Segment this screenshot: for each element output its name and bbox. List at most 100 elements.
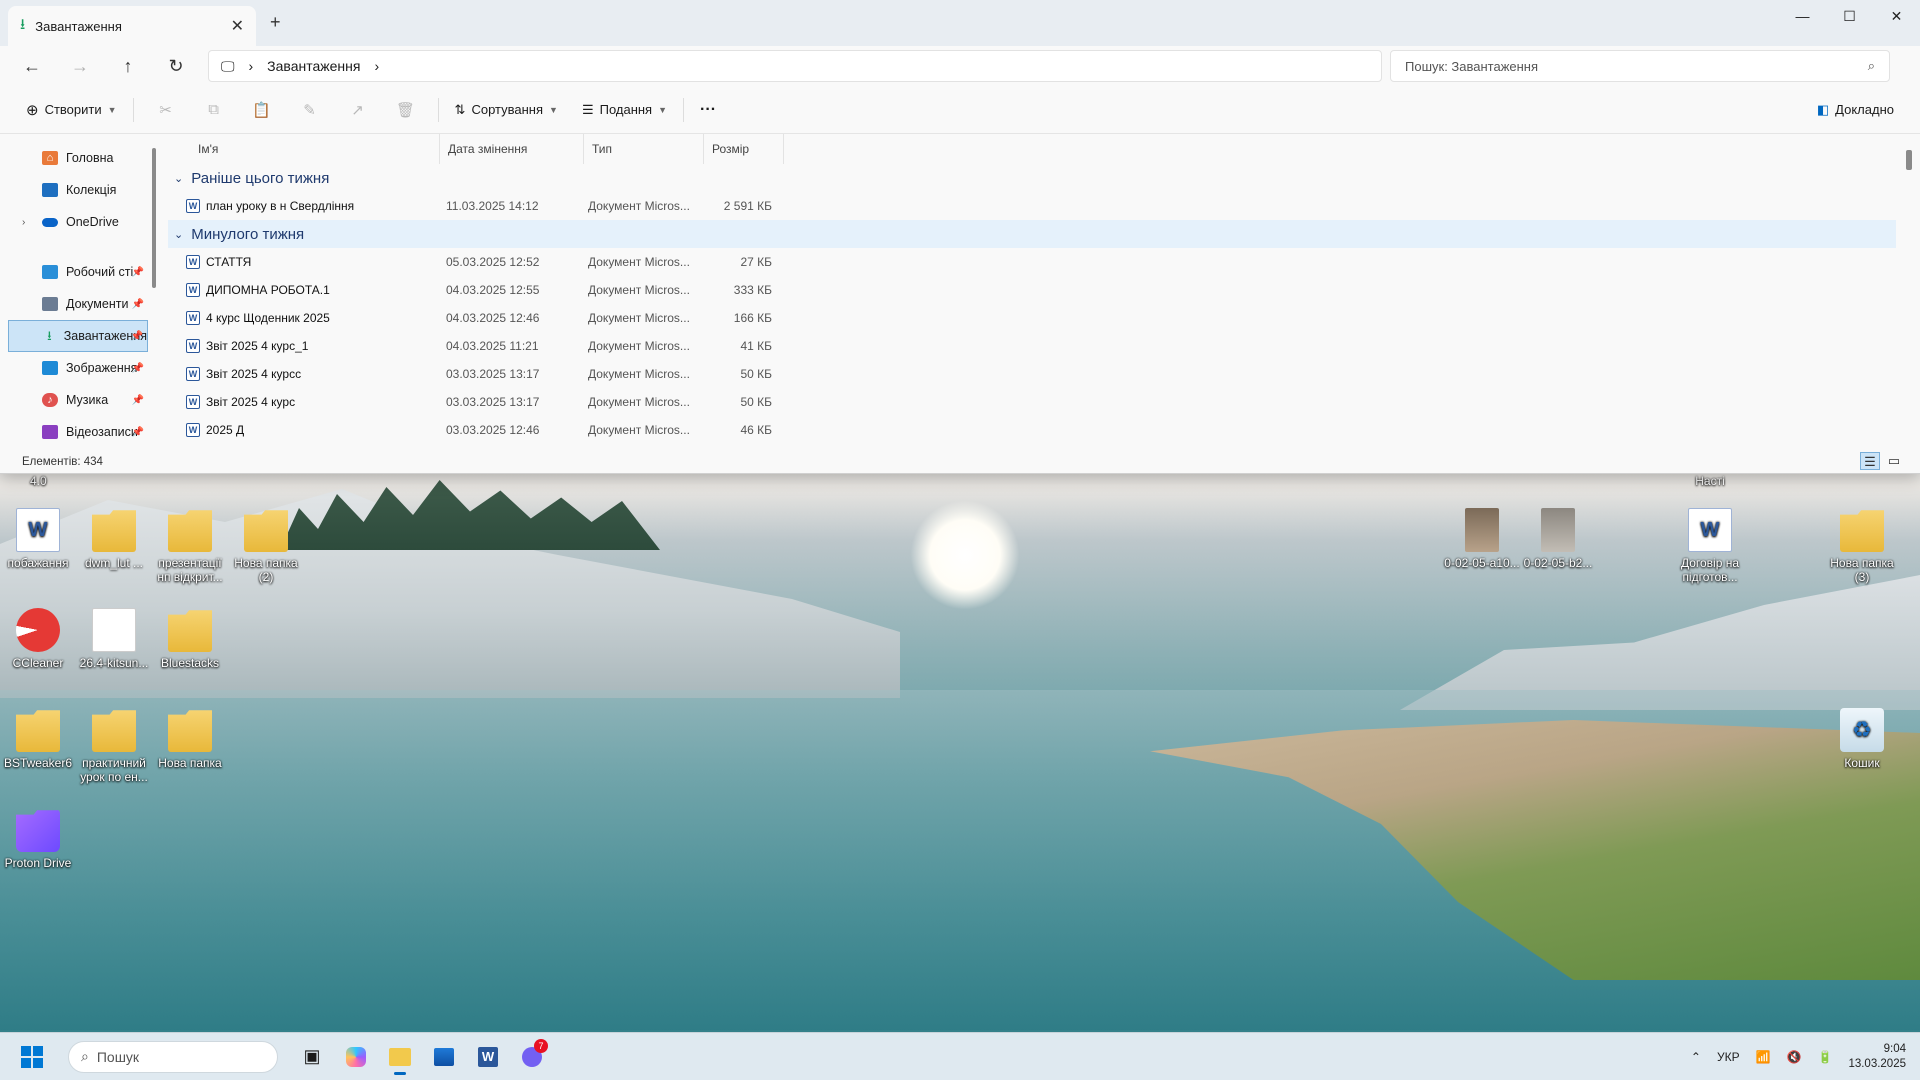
sidebar-item-documents[interactable]: Документи 📌 xyxy=(8,288,148,320)
tiles-view-icon[interactable]: ▭ xyxy=(1884,452,1904,470)
view-button[interactable]: ☰ Подання ▼ xyxy=(574,93,675,127)
desktop-icon-proton-drive[interactable]: Proton Drive xyxy=(0,808,76,870)
column-header-date[interactable]: Дата змінення xyxy=(440,134,584,164)
desktop-icon-nova-papka[interactable]: Нова папка xyxy=(152,708,228,770)
group-header-earlier-this-week[interactable]: ⌄ Раніше цього тижня xyxy=(168,164,1896,192)
maximize-button[interactable]: ☐ xyxy=(1826,0,1873,32)
word-doc-icon: W xyxy=(186,423,200,437)
sidebar-item-onedrive[interactable]: › OneDrive xyxy=(8,206,148,238)
taskbar-search-label: Пошук xyxy=(96,1048,140,1065)
chevron-right-icon[interactable]: › xyxy=(249,58,254,74)
file-date: 03.03.2025 12:46 xyxy=(446,423,540,437)
file-name: СТАТТЯ xyxy=(206,255,252,269)
column-header-name[interactable]: Ім'я xyxy=(168,134,440,164)
language-indicator[interactable]: УКР xyxy=(1717,1050,1740,1064)
table-row[interactable]: W Звіт 2025 4 курс 03.03.2025 13:17 Докум… xyxy=(168,388,1896,416)
sidebar-item-gallery[interactable]: Колекція xyxy=(8,174,148,206)
details-pane-button[interactable]: ◧ Докладно xyxy=(1809,93,1902,127)
desktop-icon-nova-papka-3[interactable]: Нова папка (3) xyxy=(1824,508,1900,584)
volume-muted-icon[interactable]: 🔇 xyxy=(1787,1050,1802,1064)
wifi-icon[interactable]: 📶 xyxy=(1756,1050,1771,1064)
table-row[interactable]: Wплан уроку в н Свердління 11.03.2025 14… xyxy=(168,192,1896,220)
refresh-button[interactable]: ↻ xyxy=(152,48,200,84)
copilot-icon[interactable] xyxy=(336,1037,376,1077)
up-button[interactable]: ↑ xyxy=(104,48,152,84)
desktop-icon-pobazhannia[interactable]: W побажання xyxy=(0,508,76,570)
create-button[interactable]: ⊕ Створити ▼ xyxy=(18,93,125,127)
sort-icon: ⇅ xyxy=(454,101,466,117)
breadcrumb[interactable]: Завантаження xyxy=(267,58,360,74)
file-date: 03.03.2025 13:17 xyxy=(446,395,540,409)
desktop-icon-dohovir[interactable]: W Договір на підготов... xyxy=(1672,508,1748,584)
table-row[interactable]: W СТАТТЯ 05.03.2025 12:52 Документ Micros… xyxy=(168,248,1896,276)
file-name: Звіт 2025 4 курс xyxy=(206,395,296,409)
desktop-icon-dwm-lut[interactable]: dwm_lut ... xyxy=(76,508,152,570)
cut-icon[interactable]: ✂ xyxy=(142,101,190,119)
more-button[interactable]: ··· xyxy=(692,93,724,127)
taskbar: ⌕ Пошук ▣ W 7 ⌃ УКР 📶 🔇 🔋 9:04 13.03.202… xyxy=(0,1032,1920,1080)
sidebar-item-downloads[interactable]: ⭳ Завантаження 📌 xyxy=(8,320,148,352)
sidebar-item-desktop[interactable]: Робочий сті 📌 xyxy=(8,256,148,288)
file-explorer-taskbar-icon[interactable] xyxy=(380,1037,420,1077)
close-window-button[interactable]: ✕ xyxy=(1873,0,1920,32)
details-view-icon[interactable]: ☰ xyxy=(1860,452,1880,470)
desktop-icon-ccleaner[interactable]: CCleaner xyxy=(0,608,76,670)
close-tab-icon[interactable]: ✕ xyxy=(231,16,244,36)
desktop-icon-presentatsii[interactable]: презентації нп відкрит... xyxy=(152,508,228,584)
microsoft-store-icon[interactable] xyxy=(424,1037,464,1077)
group-header-last-week[interactable]: ⌄ Минулого тижня xyxy=(168,220,1896,248)
sidebar-item-pictures[interactable]: Зображення 📌 xyxy=(8,352,148,384)
table-row[interactable]: W 4 курс Щоденник 2025 04.03.2025 12:46 Д… xyxy=(168,304,1896,332)
desktop-icon-label: 0-02-05-a10... xyxy=(1444,556,1520,570)
nav-scrollbar[interactable] xyxy=(150,138,158,448)
desktop-icon-bstweaker[interactable]: BSTweaker6 xyxy=(0,708,76,770)
desktop-icon-image-1[interactable]: 0-02-05-a10... xyxy=(1444,508,1520,570)
paste-icon[interactable]: 📋 xyxy=(238,101,286,119)
task-view-icon[interactable]: ▣ xyxy=(292,1037,332,1077)
share-icon[interactable]: ↗ xyxy=(334,101,382,119)
chevron-right-icon[interactable]: › xyxy=(374,58,379,74)
desktop-icon-bluestacks[interactable]: Bluestacks xyxy=(152,608,228,670)
chevron-right-icon[interactable]: › xyxy=(22,217,25,228)
taskbar-search[interactable]: ⌕ Пошук xyxy=(68,1040,278,1073)
battery-icon[interactable]: 🔋 xyxy=(1817,1050,1832,1064)
file-size: 2 591 КБ xyxy=(723,199,772,213)
table-row[interactable]: W Звіт 2025 4 курсс 03.03.2025 13:17 Доку… xyxy=(168,360,1896,388)
new-tab-button[interactable]: + xyxy=(270,12,281,33)
desktop-icon-image-2[interactable]: 0-02-05-b2... xyxy=(1520,508,1596,570)
desktop-icon-label: презентації нп відкрит... xyxy=(157,556,223,584)
desktop-icon-praktychnyi-urok[interactable]: практичний урок по ен... xyxy=(76,708,152,784)
desktop-icon-recycle-bin[interactable]: ♻ Кошик xyxy=(1824,708,1900,770)
file-explorer-window: ⭳ Завантаження ✕ + — ☐ ✕ ← → ↑ ↻ 🖵 › Зав… xyxy=(0,0,1920,474)
divider xyxy=(437,97,439,122)
desktop-icon-label: BSTweaker6 xyxy=(3,756,73,770)
column-header-type[interactable]: Тип xyxy=(584,134,704,164)
sidebar-item-home[interactable]: ⌂ Головна xyxy=(8,142,148,174)
viber-icon[interactable]: 7 xyxy=(512,1037,552,1077)
scrollbar-thumb[interactable] xyxy=(152,148,156,288)
start-button[interactable] xyxy=(12,1037,52,1077)
copy-icon[interactable]: ⧉ xyxy=(190,101,238,118)
sort-button[interactable]: ⇅ Сортування ▼ xyxy=(447,93,566,127)
desktop-icon-kitsun[interactable]: 26.4-kitsun... xyxy=(76,608,152,670)
rename-icon[interactable]: ✎ xyxy=(286,101,334,119)
file-list-scrollbar[interactable] xyxy=(1906,150,1912,170)
word-taskbar-icon[interactable]: W xyxy=(468,1037,508,1077)
table-row[interactable]: W Звіт 2025 4 курс_1 04.03.2025 11:21 Док… xyxy=(168,332,1896,360)
sidebar-item-music[interactable]: ♪ Музика 📌 xyxy=(8,384,148,416)
tab-downloads[interactable]: ⭳ Завантаження ✕ xyxy=(8,6,256,46)
table-row[interactable]: W ДИПОМНА РОБОТА.1 04.03.2025 12:55 Докум… xyxy=(168,276,1896,304)
table-row[interactable]: W 2025 Д 03.03.2025 12:46 Документ Micros… xyxy=(168,416,1896,444)
sidebar-item-videos[interactable]: Відеозаписи 📌 xyxy=(8,416,148,448)
back-button[interactable]: ← xyxy=(8,48,56,84)
minimize-button[interactable]: — xyxy=(1779,0,1826,32)
address-bar[interactable]: 🖵 › Завантаження › xyxy=(208,50,1382,82)
delete-icon[interactable]: 🗑 xyxy=(382,101,430,119)
window-controls: — ☐ ✕ xyxy=(1779,0,1920,32)
column-header-size[interactable]: Розмір xyxy=(704,134,784,164)
clock[interactable]: 9:04 13.03.2025 xyxy=(1848,1042,1906,1072)
desktop-icon-nova-papka-2[interactable]: Нова папка (2) xyxy=(228,508,304,584)
forward-button[interactable]: → xyxy=(56,48,104,84)
search-input[interactable]: Пошук: Завантаження ⌕ xyxy=(1390,50,1890,82)
chevron-up-icon[interactable]: ⌃ xyxy=(1691,1050,1701,1064)
